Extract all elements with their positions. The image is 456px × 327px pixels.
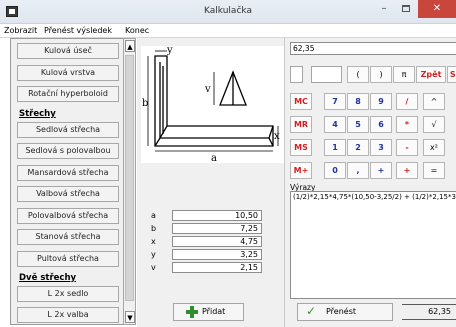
transfer-button[interactable]: ✓ Přenést	[297, 303, 393, 321]
bracket-indicator	[311, 66, 342, 83]
list-item-l-2x-sedlo[interactable]: L 2x sedlo	[17, 286, 119, 302]
key-5[interactable]: 5	[347, 116, 369, 133]
scroll-down-icon[interactable]: ▼	[125, 311, 135, 323]
param-label-y: y	[151, 250, 156, 259]
expressions-box[interactable]: (1/2)*2,15*4,75*(10,50-3,25/2) + (1/2)*2…	[290, 191, 456, 299]
menu-zobrazit[interactable]: Zobrazit	[4, 26, 37, 35]
calculator-panel: 62,35 ( ) π Zpět Smaž MC 7 8 9 / ^ MR 4 …	[284, 38, 456, 327]
key-clear[interactable]: Smaž	[447, 66, 456, 83]
add-button-label: Přidat	[202, 307, 226, 316]
list-item-pultova-strecha[interactable]: Pultová střecha	[17, 251, 119, 267]
key-close-paren[interactable]: )	[370, 66, 392, 83]
key-m-plus[interactable]: M+	[290, 162, 312, 179]
list-scrollbar[interactable]: ▲ ▼	[123, 38, 136, 325]
key-4[interactable]: 4	[324, 116, 346, 133]
param-field-a[interactable]: 10,50	[172, 210, 262, 221]
key-0[interactable]: 0	[324, 162, 346, 179]
param-label-b: b	[151, 224, 157, 233]
menu-bar: Zobrazit Přenést výsledek Konec	[0, 24, 456, 38]
key-square[interactable]: x²	[423, 139, 445, 156]
label-x: x	[274, 131, 280, 142]
menu-konec[interactable]: Konec	[125, 26, 149, 35]
memory-indicator	[290, 66, 303, 83]
key-comma[interactable]: ,	[347, 162, 369, 179]
list-item-rotacni-hyperboloid[interactable]: Rotační hyperboloid	[17, 86, 119, 102]
close-button[interactable]: ✕	[418, 0, 456, 18]
label-y: y	[166, 46, 173, 56]
key-back[interactable]: Zpět	[416, 66, 446, 83]
result-field: 62,35	[402, 304, 456, 320]
checkmark-icon: ✓	[306, 304, 317, 318]
key-mr[interactable]: MR	[290, 116, 312, 133]
minimize-button[interactable]: –	[373, 0, 395, 18]
list-item-stanova-strecha[interactable]: Stanová střecha	[17, 229, 119, 245]
plus-icon	[186, 306, 198, 318]
param-field-v[interactable]: 2,15	[172, 262, 262, 273]
key-multiply[interactable]: *	[396, 116, 418, 133]
param-field-y[interactable]: 3,25	[172, 249, 262, 260]
key-sqrt[interactable]: √	[423, 116, 445, 133]
list-item-kulova-vrstva[interactable]: Kulová vrstva	[17, 65, 119, 81]
key-3[interactable]: 3	[370, 139, 392, 156]
param-label-v: v	[151, 263, 156, 272]
key-2[interactable]: 2	[347, 139, 369, 156]
title-bar: Kalkulačka – ✕	[0, 0, 456, 24]
key-plus[interactable]: +	[396, 162, 418, 179]
scroll-thumb[interactable]	[125, 55, 134, 301]
label-v: v	[204, 84, 211, 95]
key-equals[interactable]: =	[423, 162, 445, 179]
param-field-b[interactable]: 7,25	[172, 223, 262, 234]
key-divide[interactable]: /	[396, 93, 418, 110]
key-8[interactable]: 8	[347, 93, 369, 110]
list-item-sedlova-strecha[interactable]: Sedlová střecha	[17, 122, 119, 138]
maximize-icon	[402, 4, 410, 12]
key-ms[interactable]: MS	[290, 139, 312, 156]
list-item-valbova-strecha[interactable]: Valbová střecha	[17, 186, 119, 202]
scroll-up-icon[interactable]: ▲	[125, 40, 135, 52]
list-item-l-2x-valba[interactable]: L 2x valba	[17, 307, 119, 323]
calculator-display[interactable]: 62,35	[290, 42, 456, 55]
key-9[interactable]: 9	[370, 93, 392, 110]
param-label-x: x	[151, 237, 156, 246]
key-open-paren[interactable]: (	[347, 66, 369, 83]
menu-prenest-vysledek[interactable]: Přenést výsledek	[44, 26, 112, 35]
param-label-a: a	[151, 211, 156, 220]
shape-diagram: y b v x a	[141, 45, 284, 164]
transfer-button-label: Přenést	[326, 307, 357, 316]
key-7[interactable]: 7	[324, 93, 346, 110]
shape-panel: y b v x a a 10,50 b 7,25 x 4,75 y 3,25 v…	[137, 38, 284, 327]
maximize-button[interactable]	[395, 0, 417, 18]
key-mc[interactable]: MC	[290, 93, 312, 110]
key-1[interactable]: 1	[324, 139, 346, 156]
shape-list: Kulová úseč Kulová vrstva Rotační hyperb…	[10, 38, 134, 325]
list-item-polovalbova-strecha[interactable]: Polovalbová střecha	[17, 208, 119, 224]
key-pi[interactable]: π	[393, 66, 415, 83]
key-power[interactable]: ^	[423, 93, 445, 110]
key-minus[interactable]: -	[396, 139, 418, 156]
list-header-dve-strechy: Dvě střechy	[19, 273, 77, 283]
param-field-x[interactable]: 4,75	[172, 236, 262, 247]
list-item-kulova-usec[interactable]: Kulová úseč	[17, 43, 119, 59]
list-header-strechy: Střechy	[19, 109, 56, 119]
list-item-sedlova-s-polovalbou[interactable]: Sedlová s polovalbou	[17, 143, 119, 159]
label-b: b	[142, 98, 148, 109]
label-a: a	[211, 153, 217, 163]
key-6[interactable]: 6	[370, 116, 392, 133]
l-roof-diagram: y b v x a	[142, 45, 280, 164]
key-plus-blue[interactable]: +	[370, 162, 392, 179]
add-button[interactable]: Přidat	[173, 303, 244, 321]
list-item-mansardova-strecha[interactable]: Mansardová střecha	[17, 165, 119, 181]
